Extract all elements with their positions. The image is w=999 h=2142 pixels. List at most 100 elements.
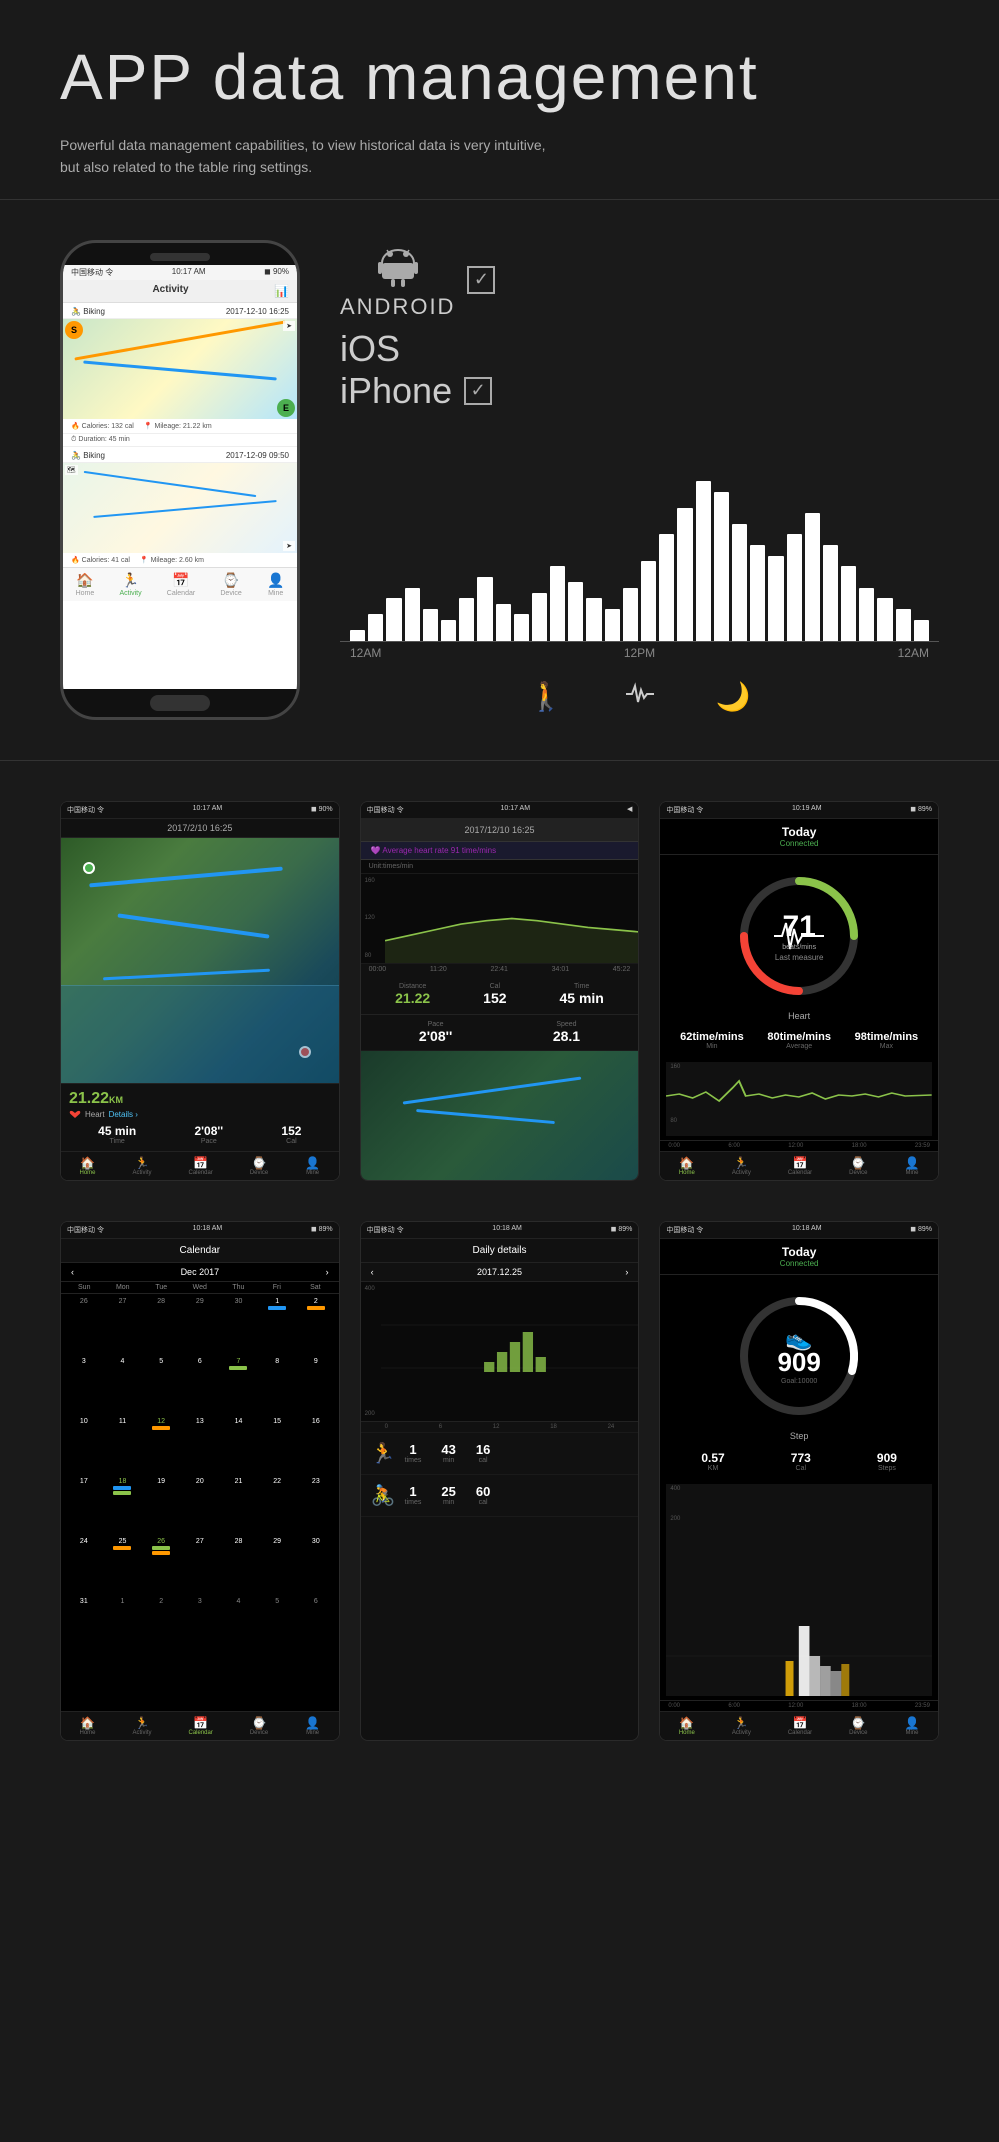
cal-day: 26	[65, 1296, 103, 1352]
mini-nav-device-4: ⌚Device	[250, 1716, 268, 1736]
hr-bottom-nav: 🏠Home 🏃Activity 📅Calendar ⌚Device 👤Mine	[660, 1151, 938, 1180]
cal-day: 5	[258, 1596, 296, 1652]
step-graph-svg	[666, 1616, 932, 1696]
chart-bar	[841, 566, 856, 641]
detail-heart-tag: 💜 Average heart rate 91 time/mins	[361, 842, 639, 860]
mini-status-5: 中国移动 令 10:18 AM ◼ 89%	[361, 1222, 639, 1239]
cal-week-4: 17 18 19 20 21 22 23	[61, 1474, 339, 1534]
chart-bar	[768, 556, 783, 641]
phone-stats-2: 🔥 Calories: 41 cal 📍 Mileage: 2.60 km	[63, 553, 297, 567]
cal-day: 6	[297, 1596, 335, 1652]
cal-day: 30	[220, 1296, 258, 1352]
mini-map-1	[61, 838, 339, 1083]
mini-nav-cal-6: 📅Calendar	[788, 1716, 812, 1736]
chart-bar	[386, 598, 401, 641]
hr-graph-svg	[666, 1066, 932, 1116]
bike-icon: 🚴	[371, 1483, 395, 1508]
daily-run-stats: 1 times 43 min 16 cal	[405, 1442, 629, 1464]
phone-home-button[interactable]	[150, 695, 210, 711]
chart-bar	[586, 598, 601, 641]
daily-header: Daily details	[361, 1239, 639, 1263]
daily-bike-stats: 1 times 25 min 60 cal	[405, 1484, 629, 1506]
android-check: ✓	[467, 266, 495, 294]
activity-chart: 12AM 12PM 12AM 🚶 🌙	[340, 462, 939, 715]
chart-bar	[423, 609, 438, 641]
map-detail-card: 中国移动 令 10:17 AM ◼ 90% 2017/2/10 16:25	[60, 801, 340, 1181]
android-label: ANDROID	[340, 294, 455, 320]
cal-day: 15	[258, 1416, 296, 1472]
chart-bar	[368, 614, 383, 641]
cal-day: 10	[65, 1416, 103, 1472]
mini-status-6: 中国移动 令 10:18 AM ◼ 89%	[660, 1222, 938, 1239]
mini-status-3: 中国移动 令 10:19 AM ◼ 89%	[660, 802, 938, 819]
cal-day: 8	[258, 1356, 296, 1412]
nav-device: ⌚ Device	[220, 572, 241, 597]
chart-bar	[550, 566, 565, 641]
moon-icon: 🌙	[716, 680, 751, 715]
iphone-check: ✓	[464, 377, 492, 405]
cal-nav: ‹ Dec 2017 ›	[61, 1263, 339, 1282]
mini-nav-device: ⌚Device	[250, 1156, 268, 1176]
run-icon: 🏃	[371, 1441, 395, 1466]
heartbeat-icon	[624, 680, 656, 715]
mini-nav-activity: 🏃Activity	[132, 1156, 151, 1176]
chart-bar	[914, 620, 929, 641]
feature-right: ANDROID ✓ iOS iPhone ✓ 12AM 12PM 12AM	[340, 240, 939, 715]
mini-status-2: 中国移动 令 10:17 AM ◀	[361, 802, 639, 819]
chart-bar	[823, 545, 838, 641]
phone-bottom-nav: 🏠 Home 🏃 Activity 📅 Calendar ⌚ Device 👤	[63, 567, 297, 601]
cal-day-active: 18	[104, 1476, 142, 1532]
heart-icon-small	[69, 1110, 81, 1120]
chart-bar	[787, 534, 802, 641]
cal-header: Calendar	[61, 1239, 339, 1263]
cal-day: 11	[104, 1416, 142, 1472]
cal-day: 22	[258, 1476, 296, 1532]
chart-bar	[568, 582, 583, 641]
mini-nav-mine: 👤Mine	[305, 1156, 320, 1176]
heart-rate-card: 中国移动 令 10:19 AM ◼ 89% Today Connected 7	[659, 801, 939, 1181]
detail-time: Time 45 min	[559, 983, 603, 1006]
mini-status-4: 中国移动 令 10:18 AM ◼ 89%	[61, 1222, 339, 1239]
mini-nav-cal-4: 📅Calendar	[188, 1716, 212, 1736]
activity-detail-card: 中国移动 令 10:17 AM ◀ 2017/12/10 16:25 💜 Ave…	[360, 801, 640, 1181]
detail-cal: Cal 152	[483, 983, 506, 1006]
cal-day: 21	[220, 1476, 258, 1532]
mini-nav-device-6: ⌚Device	[849, 1716, 867, 1736]
hr-mini-stats: 62time/mins Min 80time/mins Average 98ti…	[660, 1023, 938, 1058]
map-route-1	[74, 320, 285, 360]
mini-nav-home-4: 🏠Home	[79, 1716, 95, 1736]
chart-bar	[496, 604, 511, 641]
mini-nav-cal-3: 📅Calendar	[788, 1156, 812, 1176]
cal-day: 16	[297, 1416, 335, 1472]
cal-day: 20	[181, 1476, 219, 1532]
cal-week-1: 26 27 28 29 30 1 2	[61, 1294, 339, 1354]
run-cal: 16 cal	[476, 1442, 490, 1464]
detail-distance: Distance 21.22	[395, 983, 430, 1006]
cal-day: 3	[181, 1596, 219, 1652]
map-area-1: S E ➤	[63, 319, 297, 419]
cal-day: 5	[142, 1356, 180, 1412]
chart-bar	[896, 609, 911, 641]
map-route-2	[83, 360, 277, 380]
daily-details-card: 中国移动 令 10:18 AM ◼ 89% Daily details ‹ 20…	[360, 1221, 640, 1741]
chart-bar	[677, 508, 692, 641]
chart-bar	[696, 481, 711, 641]
daily-details-screen: 中国移动 令 10:18 AM ◼ 89% Daily details ‹ 20…	[361, 1222, 639, 1740]
phone-screen: 中国移动 令 10:17 AM ◼ 90% Activity 📊 🚴 Bikin…	[63, 265, 297, 689]
map-area-2: 🗺 ➤	[63, 463, 297, 553]
chart-bar	[477, 577, 492, 641]
cal-day: 6	[181, 1356, 219, 1412]
phone-speaker	[150, 253, 210, 261]
cal-day: 29	[181, 1296, 219, 1352]
chart-bar	[405, 588, 420, 641]
chart-bar	[659, 534, 674, 641]
nav-home: 🏠 Home	[76, 572, 95, 597]
daily-chart-svg	[381, 1282, 639, 1412]
feature-section: 中国移动 令 10:17 AM ◼ 90% Activity 📊 🚴 Bikin…	[0, 200, 999, 761]
run-times: 1 times	[405, 1442, 422, 1464]
cal-day: 25	[104, 1536, 142, 1592]
chart-bar	[605, 609, 620, 641]
mini-nav-home-3: 🏠Home	[679, 1156, 695, 1176]
daily-bike-row: 🚴 1 times 25 min 60 cal	[361, 1475, 639, 1517]
main-title: APP data management	[60, 40, 939, 114]
